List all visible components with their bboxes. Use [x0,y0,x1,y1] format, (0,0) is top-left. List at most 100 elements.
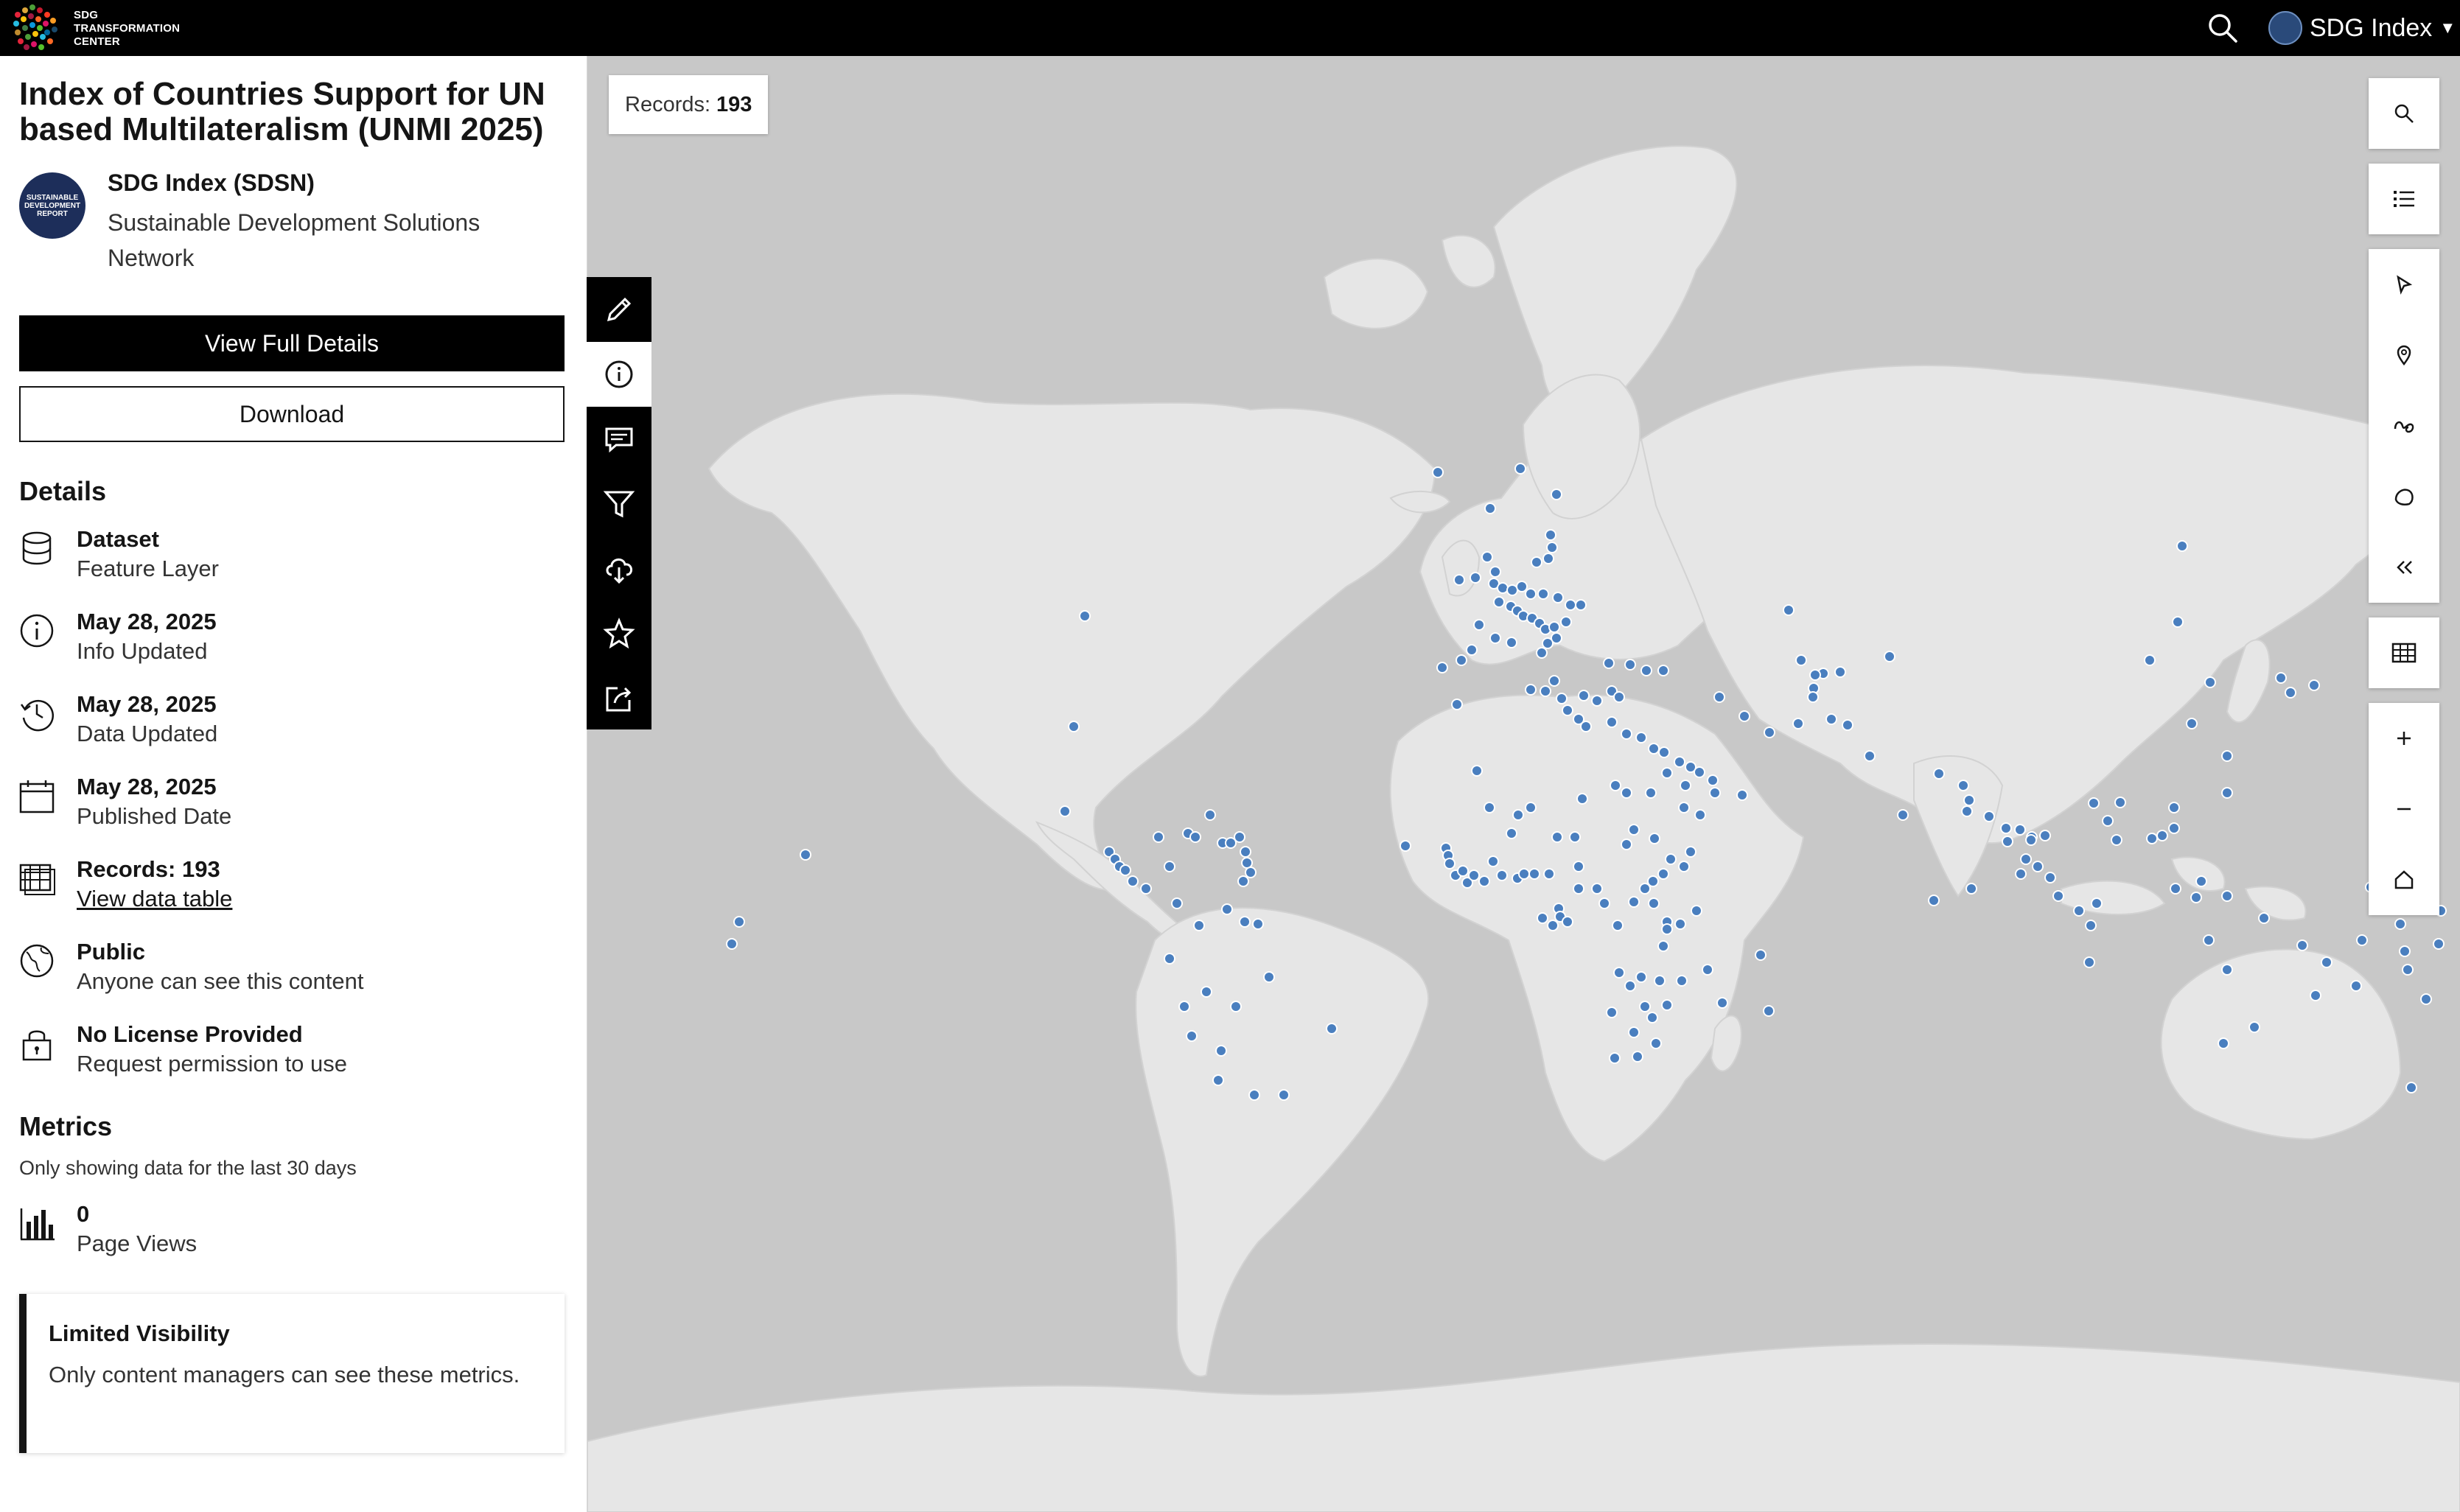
detail-subtitle: Published Date [77,803,232,829]
records-label: Records: [625,92,711,116]
zoom-in-icon [2397,732,2411,745]
pin-tool-button[interactable] [2369,320,2439,391]
database-icon [22,531,52,565]
limited-visibility-notice: Limited Visibility Only content managers… [19,1294,565,1453]
globe-icon [20,944,54,978]
owner-organization: Sustainable Development Solutions Networ… [108,209,481,271]
edit-button[interactable] [587,277,651,342]
lock-icon [22,1030,52,1061]
chevron-down-icon: ▼ [2439,18,2456,37]
share-button[interactable] [587,666,651,731]
detail-row-data-updated: May 28, 2025 Data Updated [19,691,565,753]
detail-title: May 28, 2025 [77,774,217,799]
logo-dots-icon [13,4,57,50]
home-icon [2394,870,2414,889]
share-icon [606,687,632,712]
notice-title: Limited Visibility [49,1320,230,1346]
detail-row-dataset: Dataset Feature Layer [19,526,565,588]
filter-button[interactable] [587,472,651,536]
detail-title: No License Provided [77,1021,303,1047]
world-basemap [587,56,2460,1512]
zoom-controls-group [2369,703,2439,915]
zoom-out-button[interactable] [2369,774,2439,844]
records-value: 193 [716,92,752,116]
page-title: Index of Countries Support for UN based … [19,76,545,147]
comments-button[interactable] [587,407,651,472]
detail-subtitle: Info Updated [77,638,208,664]
cloud-download-icon [606,559,632,584]
download-data-button[interactable] [587,536,651,601]
table-icon [19,864,55,895]
selection-tools-group [2369,249,2439,603]
detail-row-records: Records: 193 View data table [19,856,565,918]
user-menu-button[interactable]: SDG Index ▼ [2268,10,2456,46]
search-icon [2394,104,2414,123]
filter-icon [603,491,635,518]
search-button[interactable] [2206,12,2239,44]
detail-subtitle: Feature Layer [77,556,219,581]
detail-subtitle: Request permission to use [77,1051,348,1077]
metrics-subtitle: Only showing data for the last 30 days [19,1157,357,1179]
download-button[interactable]: Download [19,386,565,442]
favorite-button[interactable] [587,601,651,666]
legend-button[interactable] [2369,164,2439,234]
item-action-toolbar [587,277,651,729]
page-views-value: 0 [77,1201,90,1227]
select-tool-button[interactable] [2369,249,2439,320]
details-heading: Details [19,476,107,506]
detail-title: May 28, 2025 [77,609,217,634]
calendar-icon [19,780,55,813]
polygon-tool-button[interactable] [2369,461,2439,532]
info-icon [20,614,54,648]
detail-title: Dataset [77,526,159,552]
star-icon [603,617,635,649]
attribute-table-button[interactable] [2369,617,2439,688]
metrics-heading: Metrics [19,1111,113,1141]
detail-row-license: No License Provided Request permission t… [19,1021,565,1083]
map-search-button[interactable] [2369,78,2439,149]
attribute-table-group [2369,617,2439,688]
detail-subtitle: Data Updated [77,721,218,746]
lasso-icon [2394,421,2414,433]
bar-chart-icon [20,1208,55,1241]
detail-row-info-updated: May 28, 2025 Info Updated [19,609,565,671]
detail-subtitle: Anyone can see this content [77,968,364,994]
pin-icon [2397,345,2411,365]
avatar [2268,11,2302,45]
collapse-button[interactable] [2369,532,2439,603]
list-icon [2394,191,2414,207]
zoom-in-button[interactable] [2369,703,2439,774]
page-views-metric: 0 Page Views [19,1201,565,1263]
table-icon [2391,643,2417,663]
view-data-table-link[interactable]: View data table [77,886,232,912]
legend-group [2369,164,2439,234]
logo-text: SDG TRANSFORMATION CENTER [74,9,181,48]
detail-row-published: May 28, 2025 Published Date [19,774,565,836]
search-icon [2209,14,2237,43]
history-icon [20,699,54,732]
sdg-transformation-center-logo[interactable]: SDG TRANSFORMATION CENTER [12,4,189,52]
detail-row-sharing: Public Anyone can see this content [19,939,565,1001]
map-view[interactable] [587,56,2460,1512]
records-count-badge: Records: 193 [609,75,769,134]
detail-title: Records: 193 [77,856,220,882]
owner-logo: SUSTAINABLE DEVELOPMENT REPORT [19,172,85,239]
lasso-tool-button[interactable] [2369,391,2439,461]
home-button[interactable] [2369,844,2439,915]
detail-title: Public [77,939,146,965]
info-icon [605,360,633,388]
page-views-label: Page Views [77,1231,198,1256]
map-search-group [2369,78,2439,149]
owner-name[interactable]: SDG Index (SDSN) [108,169,315,197]
edit-icon [607,297,632,322]
zoom-out-icon [2397,808,2411,811]
polygon-icon [2394,489,2414,505]
info-button[interactable] [587,342,651,407]
user-label: SDG Index [2310,13,2433,42]
comment-icon [605,427,633,453]
item-details-panel: Index of Countries Support for UN based … [0,56,587,1512]
top-bar: SDG TRANSFORMATION CENTER SDG Index ▼ [0,0,2460,56]
collapse-icon [2397,561,2412,574]
view-full-details-button[interactable]: View Full Details [19,315,565,371]
select-icon [2397,275,2413,295]
